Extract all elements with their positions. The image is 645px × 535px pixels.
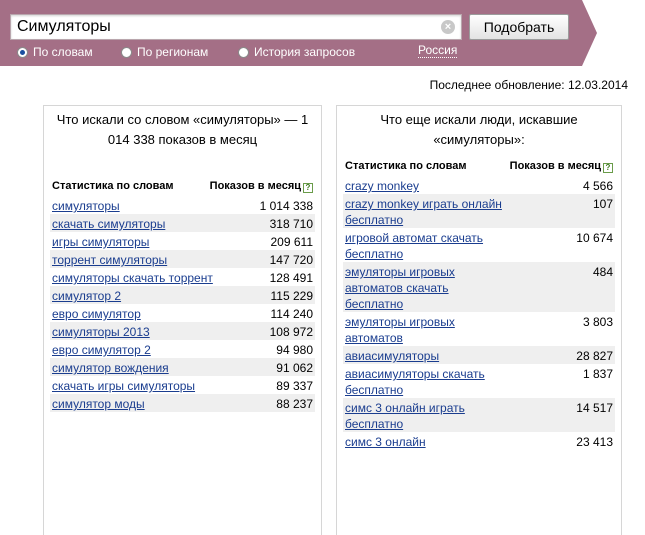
stats-table: Статистика по словам Показов в месяц? си…	[44, 176, 321, 412]
impressions-count: 88 237	[276, 397, 313, 411]
phrase-link[interactable]: эмуляторы игровых автоматов	[345, 314, 505, 346]
mode-by-words[interactable]: По словам	[17, 44, 93, 60]
phrase-link[interactable]: евро симулятор	[52, 306, 217, 322]
phrase-link[interactable]: игры симуляторы	[52, 234, 217, 250]
table-row: эмуляторы игровых автоматов 3 803	[343, 312, 615, 346]
impressions-count: 209 611	[270, 235, 314, 249]
column-count: Показов в месяц?	[210, 180, 313, 193]
column-count: Показов в месяц?	[510, 160, 613, 173]
phrase-link[interactable]: симулятор 2	[52, 288, 217, 304]
phrase-link[interactable]: скачать игры симуляторы	[52, 378, 217, 394]
table-row: симс 3 онлайн 23 413	[343, 432, 615, 450]
impressions-count: 108 972	[269, 325, 313, 339]
table-row: симуляторы скачать торрент 128 491	[50, 268, 315, 286]
table-row: авиасимуляторы 28 827	[343, 346, 615, 364]
phrase-link[interactable]: crazy monkey играть онлайн бесплатно	[345, 196, 505, 228]
impressions-count: 4 566	[582, 179, 613, 193]
table-row: скачать игры симуляторы 89 337	[50, 376, 315, 394]
table-row: эмуляторы игровых автоматов скачать бесп…	[343, 262, 615, 312]
mode-history[interactable]: История запросов	[238, 44, 355, 60]
impressions-count: 147 720	[269, 253, 313, 267]
table-header: Статистика по словам Показов в месяц?	[343, 156, 615, 176]
radio-icon[interactable]	[121, 46, 132, 58]
phrase-link[interactable]: симс 3 онлайн	[345, 434, 505, 450]
mode-label: По регионам	[137, 45, 209, 59]
table-row: игры симуляторы 209 611	[50, 232, 315, 250]
impressions-count: 114 240	[270, 307, 314, 321]
panel-title: Что искали со словом «симуляторы» — 1 01…	[56, 112, 309, 147]
impressions-count: 115 229	[270, 289, 314, 303]
radio-icon[interactable]	[238, 46, 249, 58]
table-row: авиасимуляторы скачать бесплатно 1 837	[343, 364, 615, 398]
table-rows: crazy monkey 4 566 crazy monkey играть онл…	[343, 176, 615, 450]
table-row: симуляторы 1 014 338	[50, 196, 315, 214]
phrase-link[interactable]: симуляторы	[52, 198, 217, 214]
impressions-count: 484	[592, 265, 613, 279]
table-row: симулятор вождения 91 062	[50, 358, 315, 376]
impressions-count: 91 062	[276, 361, 313, 375]
phrase-link[interactable]: симулятор вождения	[52, 360, 217, 376]
also-searched-panel: Что еще искали люди, искавшие «симулятор…	[336, 105, 622, 535]
mode-label: По словам	[33, 45, 93, 59]
last-update: Последнее обновление: 12.03.2014	[429, 78, 628, 92]
phrase-link[interactable]: авиасимуляторы	[345, 348, 505, 364]
phrase-link[interactable]: симс 3 онлайн играть бесплатно	[345, 400, 505, 432]
impressions-count: 28 827	[576, 349, 613, 363]
close-circle-icon[interactable]: ×	[441, 20, 455, 34]
table-row: симулятор 2 115 229	[50, 286, 315, 304]
impressions-count: 3 803	[582, 315, 613, 329]
impressions-count: 14 517	[576, 401, 613, 415]
table-row: игровой автомат скачать бесплатно 10 674	[343, 228, 615, 262]
phrase-link[interactable]: торрент симуляторы	[52, 252, 217, 268]
impressions-count: 89 337	[276, 379, 313, 393]
impressions-count: 107	[592, 197, 613, 211]
table-row: скачать симуляторы 318 710	[50, 214, 315, 232]
phrase-link[interactable]: эмуляторы игровых автоматов скачать бесп…	[345, 264, 505, 312]
submit-button[interactable]: Подобрать	[469, 14, 569, 40]
table-row: торрент симуляторы 147 720	[50, 250, 315, 268]
region-link[interactable]: Россия	[418, 43, 458, 58]
table-rows: симуляторы 1 014 338 скачать симуляторы 318…	[50, 196, 315, 412]
impressions-count: 128 491	[269, 271, 313, 285]
column-words: Статистика по словам	[345, 160, 467, 172]
phrase-link[interactable]: скачать симуляторы	[52, 216, 217, 232]
panel-title: Что еще искали люди, искавшие «симулятор…	[380, 112, 578, 147]
phrase-link[interactable]: симуляторы скачать торрент	[52, 270, 217, 286]
column-words: Статистика по словам	[52, 180, 174, 192]
phrase-link[interactable]: игровой автомат скачать бесплатно	[345, 230, 505, 262]
help-icon[interactable]: ?	[603, 162, 613, 173]
table-row: симулятор моды 88 237	[50, 394, 315, 412]
mode-by-regions[interactable]: По регионам	[121, 44, 208, 60]
table-row: crazy monkey 4 566	[343, 176, 615, 194]
impressions-count: 1 837	[582, 367, 613, 381]
search-header: × Подобрать По словам По регионам Истори…	[0, 0, 645, 66]
phrase-link[interactable]: евро симулятор 2	[52, 342, 217, 358]
related-words-panel: Что искали со словом «симуляторы» — 1 01…	[43, 105, 322, 535]
phrase-link[interactable]: авиасимуляторы скачать бесплатно	[345, 366, 505, 398]
radio-selected-icon[interactable]	[17, 46, 28, 58]
table-row: симуляторы 2013 108 972	[50, 322, 315, 340]
table-row: crazy monkey играть онлайн бесплатно 107	[343, 194, 615, 228]
help-icon[interactable]: ?	[303, 182, 313, 193]
mode-label: История запросов	[254, 45, 356, 59]
impressions-count: 318 710	[269, 217, 313, 231]
impressions-count: 94 980	[276, 343, 313, 357]
stats-table: Статистика по словам Показов в месяц? cr…	[337, 156, 621, 450]
impressions-count: 1 014 338	[259, 199, 313, 213]
table-row: евро симулятор 114 240	[50, 304, 315, 322]
impressions-count: 23 413	[576, 435, 613, 449]
table-row: симс 3 онлайн играть бесплатно 14 517	[343, 398, 615, 432]
table-row: евро симулятор 2 94 980	[50, 340, 315, 358]
search-input[interactable]	[11, 15, 435, 39]
search-box: ×	[10, 14, 462, 40]
phrase-link[interactable]: симулятор моды	[52, 396, 217, 412]
phrase-link[interactable]: crazy monkey	[345, 178, 505, 194]
table-header: Статистика по словам Показов в месяц?	[50, 176, 315, 196]
phrase-link[interactable]: симуляторы 2013	[52, 324, 217, 340]
impressions-count: 10 674	[576, 231, 613, 245]
